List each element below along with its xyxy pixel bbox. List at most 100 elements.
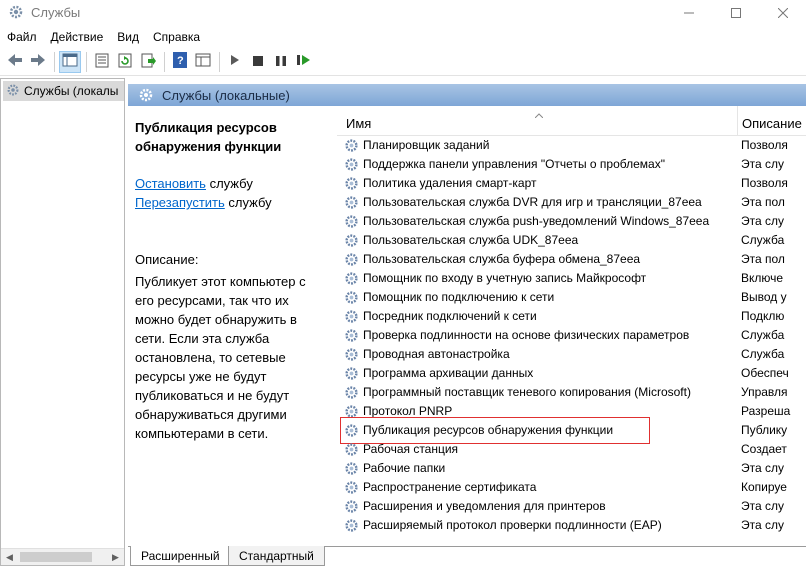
- gear-icon: [344, 328, 359, 346]
- stop-suffix: службу: [205, 176, 253, 191]
- close-button[interactable]: [760, 0, 806, 25]
- restart-service-button[interactable]: [293, 51, 315, 73]
- gear-icon: [344, 252, 359, 270]
- gear-icon: [344, 461, 359, 479]
- service-description: Служба: [741, 233, 785, 247]
- column-header-description[interactable]: Описание: [737, 106, 802, 136]
- service-description: Включе: [741, 271, 784, 285]
- table-row[interactable]: Протокол PNRP Разреша: [337, 402, 806, 421]
- service-description: Эта слу: [741, 461, 784, 475]
- help-icon: ?: [173, 52, 187, 71]
- service-description: Эта слу: [741, 499, 784, 513]
- start-service-button[interactable]: [224, 51, 246, 73]
- table-row[interactable]: Пользовательская служба push-уведомлений…: [337, 212, 806, 231]
- refresh-button[interactable]: [114, 51, 136, 73]
- scroll-right-icon[interactable]: ▶: [107, 549, 124, 565]
- service-name: Политика удаления смарт-карт: [363, 176, 537, 190]
- play-icon: [230, 54, 240, 69]
- scroll-left-icon[interactable]: ◀: [1, 549, 18, 565]
- column-header-name[interactable]: Имя: [346, 116, 371, 131]
- restart-service-link[interactable]: Перезапустить: [135, 195, 225, 210]
- service-name: Распространение сертификата: [363, 480, 537, 494]
- service-description: Управля: [741, 385, 788, 399]
- table-row[interactable]: Расширения и уведомления для принтеров Эт…: [337, 497, 806, 516]
- table-row[interactable]: Программа архивации данных Обеспеч: [337, 364, 806, 383]
- toolbar-separator: [164, 51, 165, 72]
- table-row[interactable]: Пользовательская служба буфера обмена_87…: [337, 250, 806, 269]
- table-row[interactable]: Планировщик заданий Позволя: [337, 136, 806, 155]
- restart-icon: [297, 54, 311, 69]
- table-row[interactable]: Распространение сертификата Копируе: [337, 478, 806, 497]
- table-row[interactable]: Помощник по входу в учетную запись Майкр…: [337, 269, 806, 288]
- toolbar: ?: [0, 48, 806, 76]
- service-description: Вывод у: [741, 290, 787, 304]
- service-name: Пользовательская служба буфера обмена_87…: [363, 252, 641, 266]
- tab-extended[interactable]: Расширенный: [130, 546, 231, 566]
- service-description: Служба: [741, 328, 785, 342]
- gear-icon: [344, 290, 359, 308]
- window-title: Службы: [31, 5, 81, 20]
- services-list: Имя Описание Планировщик заданий Позволя П…: [337, 106, 806, 548]
- properties-icon: [95, 53, 109, 71]
- service-name: Планировщик заданий: [363, 138, 490, 152]
- tree-item-services-local[interactable]: Службы (локалы: [3, 81, 124, 101]
- menu-action[interactable]: Действие: [44, 27, 111, 47]
- service-description: Позволя: [741, 176, 788, 190]
- service-name: Пользовательская служба push-уведомлений…: [363, 214, 710, 228]
- extended-details-panel: Публикация ресурсов обнаружения функции …: [128, 106, 332, 520]
- stop-service-link[interactable]: Остановить: [135, 176, 206, 191]
- toolbar-separator: [219, 51, 220, 72]
- menu-file[interactable]: Файл: [0, 27, 44, 47]
- table-row[interactable]: Рабочие папки Эта слу: [337, 459, 806, 478]
- service-description: Создает: [741, 442, 787, 456]
- menu-help[interactable]: Справка: [146, 27, 207, 47]
- gear-icon: [344, 138, 359, 156]
- forward-button[interactable]: [27, 51, 49, 73]
- table-row[interactable]: Помощник по подключению к сети Вывод у: [337, 288, 806, 307]
- table-row[interactable]: Расширяемый протокол проверки подлинност…: [337, 516, 806, 535]
- table-row-selected[interactable]: Публикация ресурсов обнаружения функции П…: [337, 417, 806, 444]
- gear-icon: [344, 347, 359, 365]
- scroll-thumb[interactable]: [20, 552, 92, 562]
- table-row[interactable]: Посредник подключений к сети Подклю: [337, 307, 806, 326]
- minimize-button[interactable]: [666, 0, 712, 25]
- selected-service-title: Публикация ресурсов обнаружения функции: [135, 120, 282, 154]
- service-name: Проводная автонастройка: [363, 347, 510, 361]
- gear-icon: [344, 214, 359, 232]
- maximize-button[interactable]: [713, 0, 759, 25]
- service-description: Служба: [741, 347, 785, 361]
- show-console-tree-button[interactable]: [59, 50, 81, 73]
- show-view-button[interactable]: [192, 51, 214, 73]
- service-name: Проверка подлинности на основе физически…: [363, 328, 690, 342]
- tree-item-label: Службы (локалы: [24, 84, 119, 98]
- service-name: Протокол PNRP: [363, 404, 453, 418]
- stop-service-button[interactable]: [247, 51, 269, 73]
- table-row[interactable]: Рабочая станция Создает: [337, 440, 806, 459]
- table-row[interactable]: Поддержка панели управления "Отчеты о пр…: [337, 155, 806, 174]
- table-row[interactable]: Проверка подлинности на основе физически…: [337, 326, 806, 345]
- pause-service-button[interactable]: [270, 51, 292, 73]
- service-description: Эта слу: [741, 518, 784, 532]
- service-name: Расширения и уведомления для принтеров: [363, 499, 606, 513]
- console-tree-icon: [62, 53, 78, 70]
- back-button[interactable]: [4, 51, 26, 73]
- gear-icon: [344, 233, 359, 251]
- menu-bar: Файл Действие Вид Справка: [0, 27, 806, 47]
- properties-button[interactable]: [91, 51, 113, 73]
- gear-icon: [344, 480, 359, 498]
- table-row[interactable]: Пользовательская служба UDK_87eea Служба: [337, 231, 806, 250]
- table-row[interactable]: Программный поставщик теневого копирован…: [337, 383, 806, 402]
- table-row[interactable]: Проводная автонастройка Служба: [337, 345, 806, 364]
- tree-horizontal-scrollbar[interactable]: ◀ ▶: [1, 548, 124, 565]
- menu-view[interactable]: Вид: [110, 27, 146, 47]
- service-name: Рабочая станция: [363, 442, 459, 456]
- export-list-button[interactable]: [137, 51, 159, 73]
- gear-icon: [344, 385, 359, 403]
- service-description: Эта слу: [741, 157, 784, 171]
- gear-icon: [344, 518, 359, 536]
- pause-icon: [276, 55, 286, 69]
- help-button[interactable]: ?: [169, 51, 191, 73]
- table-row[interactable]: Пользовательская служба DVR для игр и тр…: [337, 193, 806, 212]
- table-row[interactable]: Политика удаления смарт-карт Позволя: [337, 174, 806, 193]
- tab-standard[interactable]: Стандартный: [228, 546, 325, 566]
